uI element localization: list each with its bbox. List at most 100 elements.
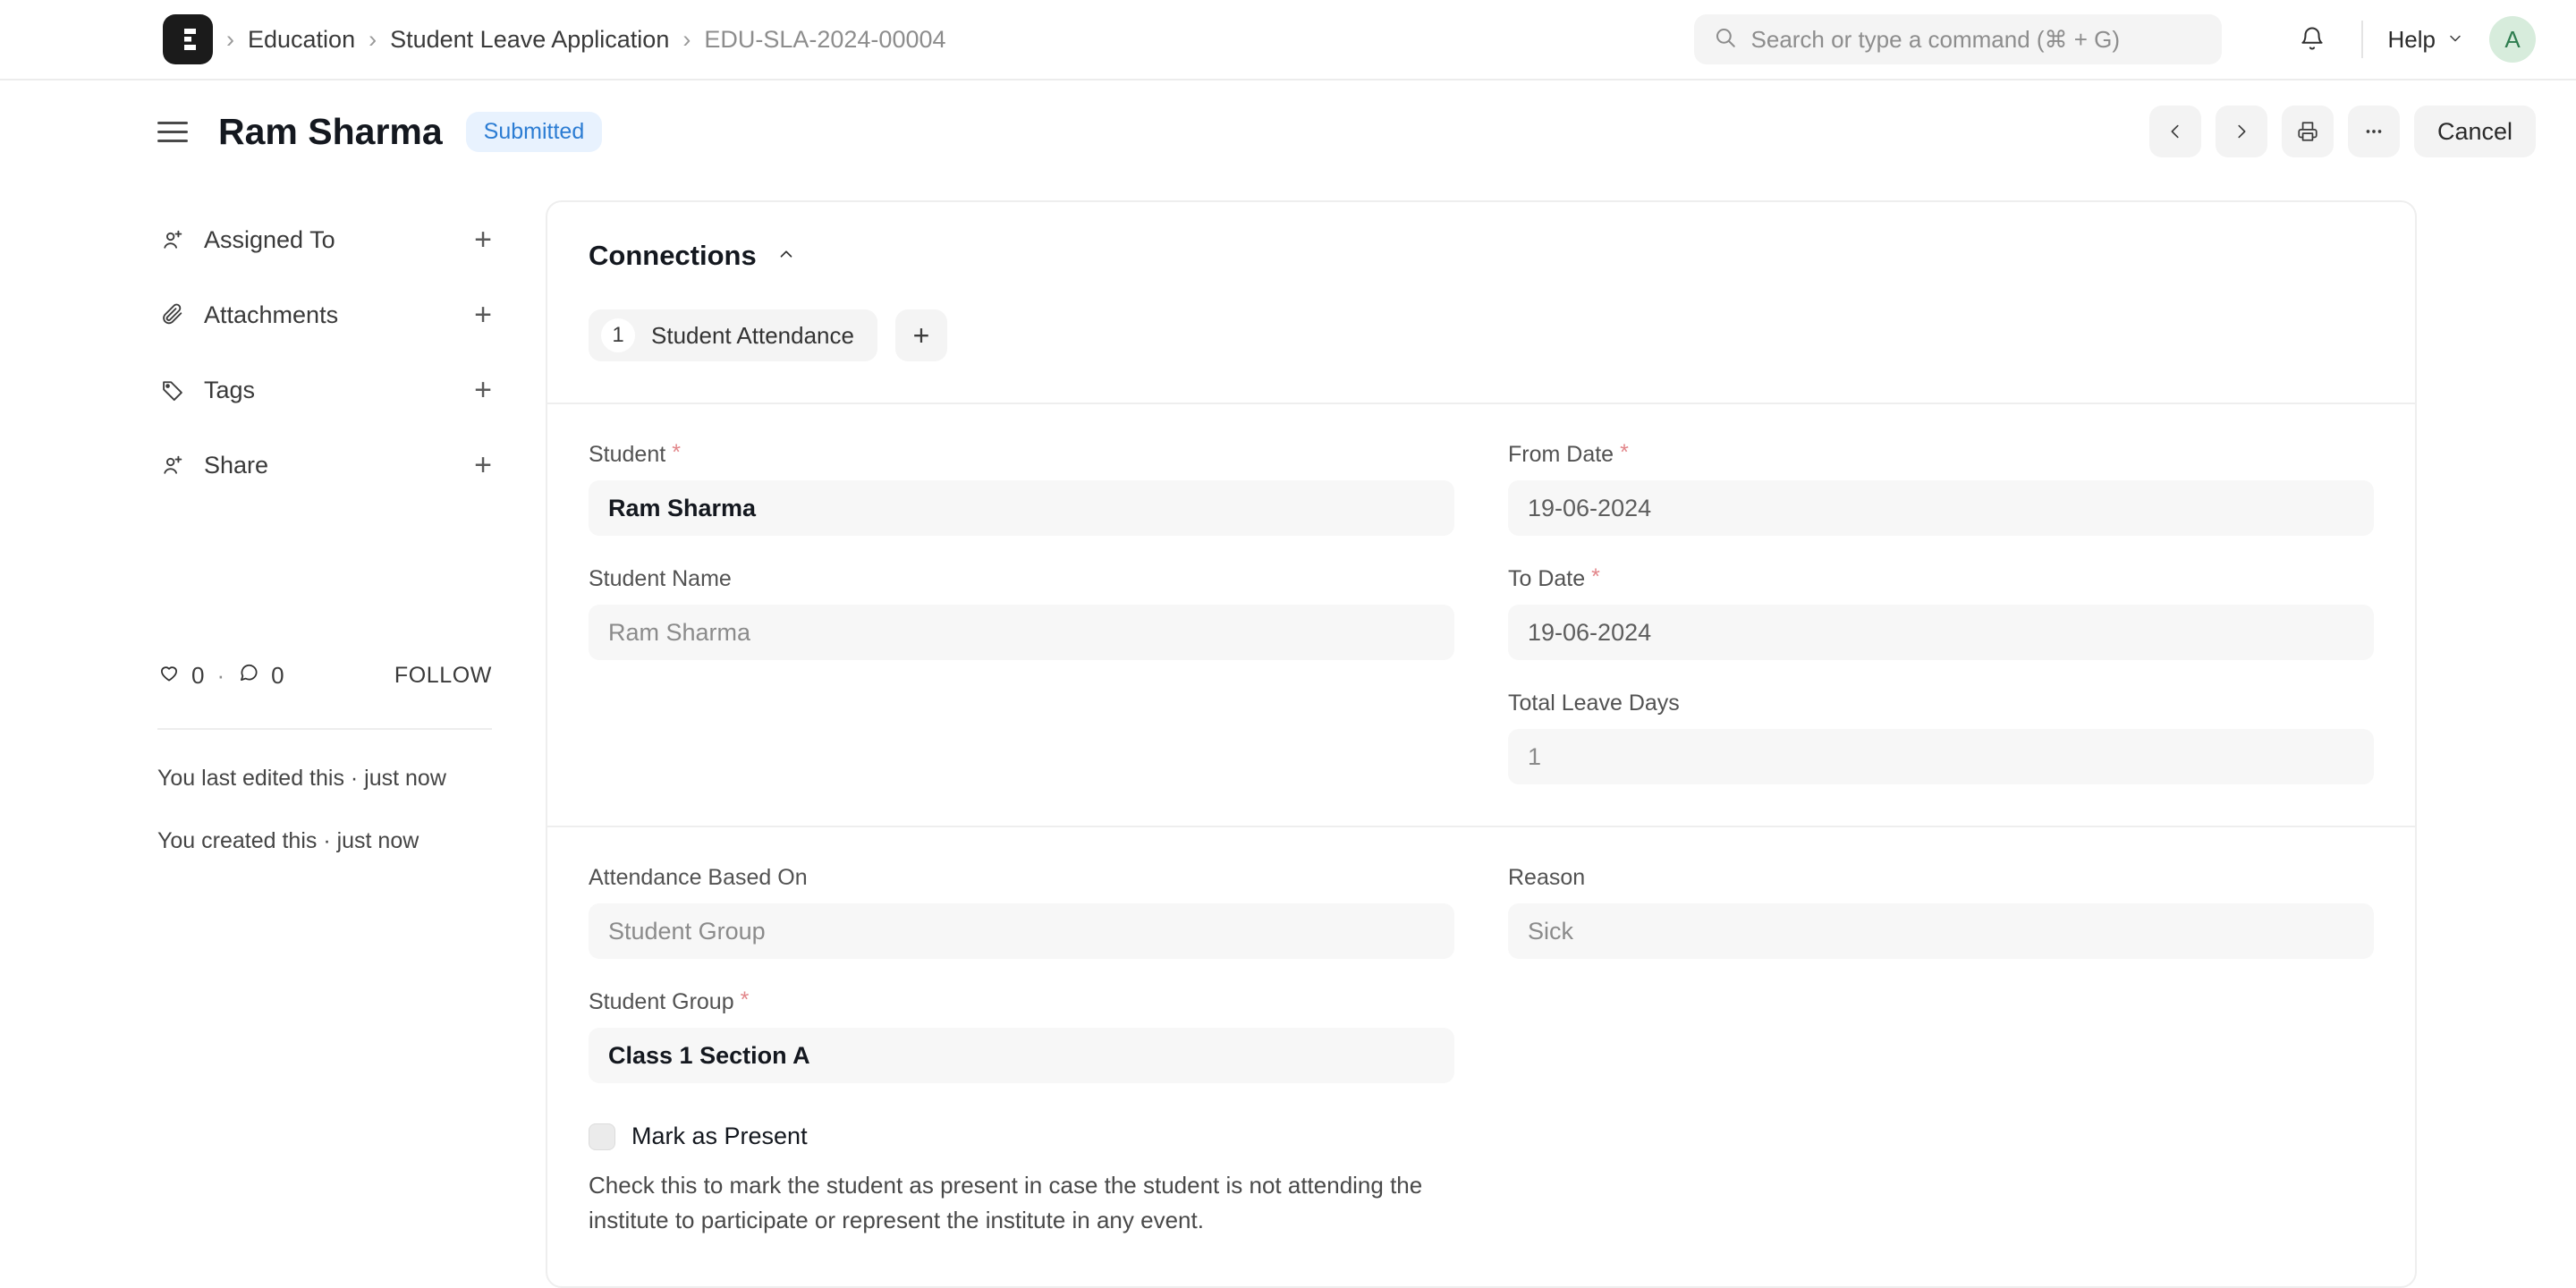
attendance-based-on-input[interactable]: Student Group — [589, 903, 1454, 959]
paperclip-icon — [157, 302, 188, 327]
navbar-divider — [2360, 21, 2363, 58]
student-name-input[interactable]: Ram Sharma — [589, 605, 1454, 660]
field-student-group: Student Group * Class 1 Section A — [589, 989, 1454, 1083]
form-column-right: From Date * 19-06-2024 To Date * 19-06-2… — [1508, 442, 2374, 784]
required-marker: * — [672, 440, 681, 465]
form-column-left: Student * Ram Sharma Student Name Ram Sh… — [589, 442, 1454, 784]
last-edited-note: You last edited this · just now — [157, 766, 446, 791]
more-actions-button[interactable] — [2347, 106, 2400, 157]
reason-input[interactable]: Sick — [1508, 903, 2374, 959]
add-assignment-button[interactable]: + — [474, 225, 492, 255]
student-group-input[interactable]: Class 1 Section A — [589, 1028, 1454, 1083]
created-note: You created this · just now — [157, 828, 419, 854]
like-button[interactable]: 0 — [157, 661, 204, 691]
next-document-button[interactable] — [2215, 106, 2267, 157]
page-header: Ram Sharma Submitted Cancel — [0, 93, 2576, 170]
add-tag-button[interactable]: + — [474, 375, 492, 405]
cancel-button[interactable]: Cancel — [2413, 106, 2536, 157]
total-leave-days-input[interactable]: 1 — [1508, 729, 2374, 784]
avatar-initial: A — [2504, 25, 2521, 53]
sidebar-item-assigned-to[interactable]: Assigned To + — [157, 202, 492, 277]
form-grid: Attendance Based On Student Group Studen… — [589, 865, 2374, 1083]
tag-icon — [157, 377, 188, 402]
to-date-input[interactable]: 19-06-2024 — [1508, 605, 2374, 660]
field-label: To Date * — [1508, 566, 2374, 592]
sidebar-item-label: Share — [204, 451, 269, 479]
field-label: Attendance Based On — [589, 865, 1454, 891]
add-connection-button[interactable]: + — [894, 309, 947, 361]
mark-as-present-label: Mark as Present — [631, 1123, 808, 1149]
sidebar-item-share[interactable]: Share + — [157, 428, 492, 503]
sidebar-divider — [157, 728, 492, 730]
form-column-right: Reason Sick — [1508, 865, 2374, 1083]
print-button[interactable] — [2281, 106, 2334, 157]
student-input[interactable]: Ram Sharma — [589, 480, 1454, 536]
field-label: From Date * — [1508, 442, 2374, 468]
field-attendance-based-on: Attendance Based On Student Group — [589, 865, 1454, 959]
form-grid: Student * Ram Sharma Student Name Ram Sh… — [589, 442, 2374, 784]
required-marker: * — [1620, 440, 1629, 465]
heart-icon — [157, 661, 181, 691]
form-section-details: Student * Ram Sharma Student Name Ram Sh… — [547, 404, 2415, 826]
form-column-left: Attendance Based On Student Group Studen… — [589, 865, 1454, 1083]
connections-header[interactable]: Connections — [589, 240, 2374, 272]
add-share-button[interactable]: + — [474, 450, 492, 480]
sidebar-item-tags[interactable]: Tags + — [157, 352, 492, 428]
prev-document-button[interactable] — [2148, 106, 2201, 157]
like-count: 0 — [191, 661, 205, 689]
erpnext-logo-icon[interactable] — [163, 14, 213, 64]
breadcrumb-student-leave-application[interactable]: Student Leave Application — [390, 26, 669, 54]
sidebar-item-label: Attachments — [204, 301, 339, 328]
search-placeholder: Search or type a command (⌘ + G) — [1750, 25, 2121, 53]
chevron-down-icon — [2446, 26, 2464, 54]
field-label-text: To Date — [1508, 566, 1586, 591]
field-total-leave-days: Total Leave Days 1 — [1508, 691, 2374, 784]
hamburger-menu-icon[interactable] — [157, 121, 193, 142]
field-label: Reason — [1508, 865, 2374, 891]
follow-button[interactable]: FOLLOW — [394, 663, 492, 689]
comment-icon — [237, 661, 260, 691]
chevron-up-icon[interactable] — [776, 244, 796, 268]
connections-section: Connections 1 Student Attendance + — [547, 202, 2415, 402]
field-label-text: Reason — [1508, 865, 1586, 890]
required-marker: * — [740, 987, 750, 1013]
field-label-text: Total Leave Days — [1508, 691, 1680, 716]
user-plus-icon — [157, 227, 188, 252]
breadcrumb-separator: › — [226, 25, 234, 53]
header-toolbar: Cancel — [2148, 106, 2536, 157]
add-attachment-button[interactable]: + — [474, 300, 492, 330]
breadcrumb-document-id[interactable]: EDU-SLA-2024-00004 — [704, 26, 945, 54]
field-label-text: From Date — [1508, 442, 1614, 467]
document-sidebar: Assigned To + Attachments + Tags + Share… — [0, 170, 546, 1288]
avatar[interactable]: A — [2489, 16, 2536, 63]
connection-student-attendance[interactable]: 1 Student Attendance — [589, 309, 877, 361]
from-date-input[interactable]: 19-06-2024 — [1508, 480, 2374, 536]
field-label-text: Student Name — [589, 566, 732, 591]
user-plus-icon — [157, 453, 188, 478]
breadcrumb-education[interactable]: Education — [248, 26, 355, 54]
mark-as-present-checkbox[interactable] — [589, 1123, 615, 1150]
search-icon — [1714, 26, 1737, 54]
connections-list: 1 Student Attendance + — [589, 309, 2374, 361]
connections-title: Connections — [589, 240, 757, 271]
field-reason: Reason Sick — [1508, 865, 2374, 959]
search-input[interactable]: Search or type a command (⌘ + G) — [1693, 14, 2222, 64]
required-marker: * — [1591, 564, 1600, 589]
sidebar-item-attachments[interactable]: Attachments + — [157, 277, 492, 352]
top-navbar: › Education › Student Leave Application … — [0, 0, 2576, 80]
field-student-name: Student Name Ram Sharma — [589, 566, 1454, 660]
comment-button[interactable]: 0 — [237, 661, 284, 691]
field-label-text: Student Group — [589, 989, 734, 1014]
field-label-text: Attendance Based On — [589, 865, 808, 890]
mark-as-present-row: Mark as Present — [589, 1123, 2374, 1150]
comment-count: 0 — [271, 661, 284, 689]
field-label: Total Leave Days — [1508, 691, 2374, 716]
connection-label: Student Attendance — [651, 321, 854, 349]
sidebar-item-label: Assigned To — [204, 225, 335, 253]
help-menu[interactable]: Help — [2388, 26, 2464, 54]
field-label: Student * — [589, 442, 1454, 468]
breadcrumb-separator: › — [369, 25, 377, 53]
field-label: Student Group * — [589, 989, 1454, 1015]
bell-icon[interactable] — [2288, 15, 2336, 64]
mark-as-present-help-text: Check this to mark the student as presen… — [589, 1172, 1423, 1233]
